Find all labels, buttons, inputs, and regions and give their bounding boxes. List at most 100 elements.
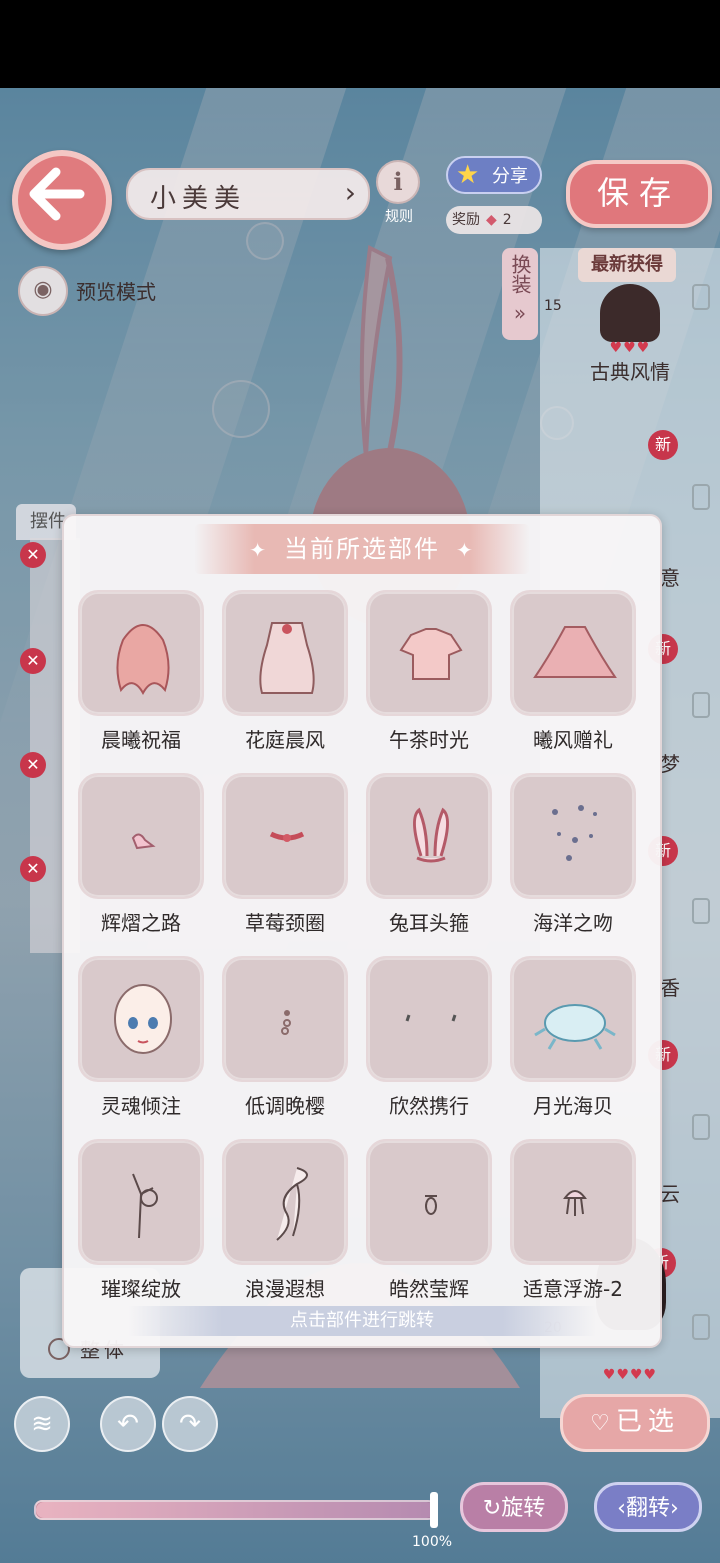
dialog-hint: 点击部件进行跳转 — [128, 1306, 596, 1336]
zoom-percent: 100% — [412, 1534, 453, 1550]
chevron-left-icon: ‹ — [617, 1496, 626, 1521]
part-item[interactable]: 适意浮游-2 — [510, 1139, 636, 1309]
back-button[interactable] — [12, 150, 112, 250]
arrow-left-icon — [29, 167, 85, 221]
rotate-icon: ↻ — [482, 1496, 502, 1521]
flip-button[interactable]: ‹翻转› — [594, 1482, 702, 1532]
selected-button[interactable]: ♡ 已选 — [560, 1394, 710, 1452]
part-item[interactable]: 海洋之吻 — [510, 773, 636, 943]
part-label: 午茶时光 — [389, 728, 469, 752]
part-thumbnail[interactable] — [366, 590, 492, 716]
rating-hearts: ♥♥♥♥ — [560, 1360, 700, 1384]
part-thumbnail[interactable] — [366, 956, 492, 1082]
part-label: 璀璨绽放 — [101, 1277, 181, 1301]
outfit-name: 小美美 — [150, 184, 247, 214]
bottle-icon — [692, 284, 710, 310]
part-item[interactable]: 低调晚樱 — [222, 956, 348, 1126]
part-label: 低调晚樱 — [245, 1094, 325, 1118]
share-button[interactable]: ★ 分享 — [446, 156, 542, 194]
gem-icon: ◆ — [486, 212, 497, 228]
part-item[interactable]: 灵魂倾注 — [78, 956, 204, 1126]
bottle-icon — [692, 898, 710, 924]
rotate-button[interactable]: ↻旋转 — [460, 1482, 568, 1532]
bottle-icon — [692, 484, 710, 510]
redo-icon: ↷ — [179, 1409, 201, 1439]
bottle-icon — [692, 692, 710, 718]
part-label: 兔耳头箍 — [389, 911, 469, 935]
sidebar-item[interactable]: ♥♥♥ 古典风情 — [560, 340, 700, 385]
part-thumbnail[interactable] — [78, 956, 204, 1082]
layers-icon: ≋ — [31, 1409, 53, 1439]
save-button[interactable]: 保存 — [566, 160, 712, 228]
zoom-slider-handle[interactable] — [430, 1492, 438, 1528]
star-icon: ★ — [456, 160, 480, 190]
sparkle-icon: ✦ — [456, 538, 475, 562]
part-item[interactable]: 浪漫遐想 — [222, 1139, 348, 1309]
selected-parts-dialog: ✦ 当前所选部件 ✦ 晨曦祝福 花庭晨风 午茶时光 曦风赠礼 辉熠之路 草莓颈圈 兔耳头箍 海洋之… — [62, 514, 662, 1348]
part-label: 晨曦祝福 — [101, 728, 181, 752]
new-badge: 新 — [648, 430, 678, 460]
part-item[interactable]: 曦风赠礼 — [510, 590, 636, 760]
part-item[interactable]: 草莓颈圈 — [222, 773, 348, 943]
remove-icon[interactable]: ✕ — [20, 542, 46, 568]
dialog-title-text: 当前所选部件 — [284, 535, 440, 563]
outfit-thumbnail[interactable] — [600, 284, 660, 342]
part-thumbnail[interactable] — [222, 773, 348, 899]
layers-button[interactable]: ≋ — [14, 1396, 70, 1452]
swap-label: 换装 — [508, 254, 532, 294]
part-label: 灵魂倾注 — [101, 1094, 181, 1118]
swap-outfit-button[interactable]: 换装 » — [502, 248, 538, 340]
part-thumbnail[interactable] — [78, 590, 204, 716]
rules-button[interactable]: i 规则 — [376, 160, 422, 226]
part-label: 欣然携行 — [389, 1094, 469, 1118]
part-item[interactable]: 皓然莹辉 — [366, 1139, 492, 1309]
selected-label: 已选 — [615, 1407, 680, 1437]
part-item[interactable]: 月光海贝 — [510, 956, 636, 1126]
bottle-icon — [692, 1314, 710, 1340]
undo-icon: ↶ — [117, 1409, 139, 1439]
eye-icon: ◉ — [18, 266, 68, 316]
part-item[interactable]: 午茶时光 — [366, 590, 492, 760]
undo-button[interactable]: ↶ — [100, 1396, 156, 1452]
part-label: 适意浮游-2 — [523, 1277, 623, 1301]
bottle-icon — [692, 1114, 710, 1140]
part-label: 海洋之吻 — [533, 911, 613, 935]
part-thumbnail[interactable] — [366, 773, 492, 899]
remove-icon[interactable]: ✕ — [20, 752, 46, 778]
part-thumbnail[interactable] — [366, 1139, 492, 1265]
hearts-text: ♥♥♥♥ — [602, 1367, 658, 1383]
zoom-slider[interactable] — [34, 1492, 438, 1528]
part-thumbnail[interactable] — [510, 1139, 636, 1265]
part-item[interactable]: 璀璨绽放 — [78, 1139, 204, 1309]
remove-icon[interactable]: ✕ — [20, 648, 46, 674]
part-item[interactable]: 晨曦祝福 — [78, 590, 204, 760]
part-thumbnail[interactable] — [510, 590, 636, 716]
part-thumbnail[interactable] — [222, 956, 348, 1082]
part-label: 皓然莹辉 — [389, 1277, 469, 1301]
sidebar-item-number: 15 — [544, 298, 562, 314]
reward-count: 2 — [502, 212, 512, 228]
remove-icon[interactable]: ✕ — [20, 856, 46, 882]
part-thumbnail[interactable] — [510, 956, 636, 1082]
double-chevron-icon: » — [513, 301, 527, 325]
part-item[interactable]: 辉熠之路 — [78, 773, 204, 943]
part-thumbnail[interactable] — [78, 773, 204, 899]
part-item[interactable]: 欣然携行 — [366, 956, 492, 1126]
outfit-name-button[interactable]: 小美美 › — [126, 168, 370, 220]
part-thumbnail[interactable] — [222, 590, 348, 716]
flip-label: 翻转 — [625, 1496, 670, 1521]
part-label: 曦风赠礼 — [533, 728, 613, 752]
part-thumbnail[interactable] — [222, 1139, 348, 1265]
chevron-right-icon: › — [344, 176, 356, 209]
redo-button[interactable]: ↷ — [162, 1396, 218, 1452]
part-label: 浪漫遐想 — [245, 1277, 325, 1301]
part-item[interactable]: 花庭晨风 — [222, 590, 348, 760]
part-thumbnail[interactable] — [510, 773, 636, 899]
dress-check-icon: ♡ — [590, 1411, 610, 1436]
part-item[interactable]: 兔耳头箍 — [366, 773, 492, 943]
info-icon: i — [376, 160, 420, 204]
part-label: 草莓颈圈 — [245, 911, 325, 935]
part-thumbnail[interactable] — [78, 1139, 204, 1265]
preview-mode-label: 预览模式 — [76, 280, 156, 304]
game-scene: 小美美 › i 规则 ★ 分享 奖励 ◆ 2 保存 ◉ 预览模式 换装 » 最新获得… — [0, 88, 720, 1563]
